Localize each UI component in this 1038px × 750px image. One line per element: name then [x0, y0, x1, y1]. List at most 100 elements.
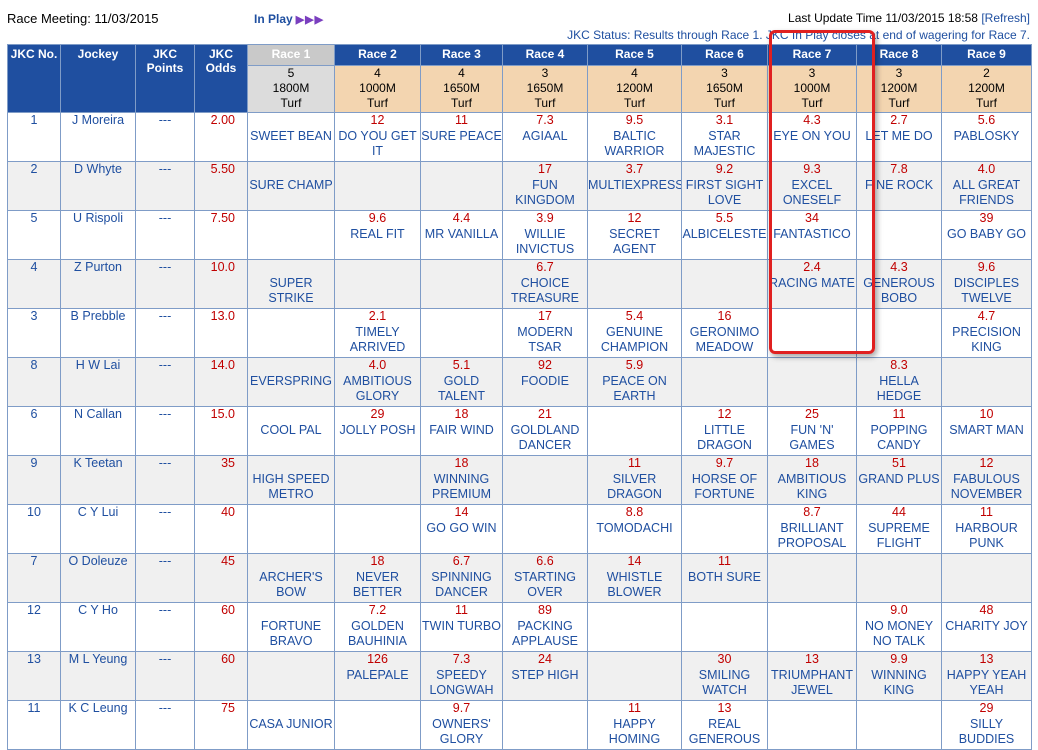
race-7-cell[interactable]: 9.3 EXCEL ONESELF [767, 161, 857, 211]
race-9-cell[interactable]: 29 SILLY BUDDIES [941, 700, 1032, 750]
race-4-cell[interactable]: 92 FOODIE [502, 357, 588, 407]
race-3-cell[interactable]: 4.4 MR VANILLA [420, 210, 503, 260]
race-4-cell[interactable]: 7.3 AGIAAL [502, 112, 588, 162]
race-2-cell[interactable]: 7.2 GOLDEN BAUHINIA [334, 602, 421, 652]
race-4-cell[interactable]: 6.7 CHOICE TREASURE [502, 259, 588, 309]
race-7-cell[interactable]: 13 TRIUMPHANT JEWEL [767, 651, 857, 701]
race-9-cell[interactable]: 10 SMART MAN [941, 406, 1032, 456]
race-3-cell[interactable]: 18 FAIR WIND [420, 406, 503, 456]
race-3-cell[interactable]: 7.3 SPEEDY LONGWAH [420, 651, 503, 701]
jockey-link[interactable]: H W Lai [60, 357, 136, 407]
race-1-cell[interactable]: ARCHER'S BOW [247, 553, 335, 603]
race-1-cell[interactable]: HIGH SPEED METRO [247, 455, 335, 505]
race-1-cell[interactable]: COOL PAL [247, 406, 335, 456]
race-2-cell[interactable]: 29 JOLLY POSH [334, 406, 421, 456]
race-6-cell[interactable]: 9.7 HORSE OF FORTUNE [681, 455, 768, 505]
race-9-cell[interactable]: 9.6 DISCIPLES TWELVE [941, 259, 1032, 309]
race-6-cell[interactable]: 11 BOTH SURE [681, 553, 768, 603]
race-3-cell[interactable]: 11 TWIN TURBO [420, 602, 503, 652]
race-2-cell[interactable]: 2.1 TIMELY ARRIVED [334, 308, 421, 358]
race-8-cell[interactable]: 4.3 GENEROUS BOBO [856, 259, 942, 309]
race-6-cell[interactable]: 13 REAL GENEROUS [681, 700, 768, 750]
jockey-link[interactable]: U Rispoli [60, 210, 136, 260]
race-9-cell[interactable]: 39 GO BABY GO [941, 210, 1032, 260]
race-9-cell[interactable]: 5.6 PABLOSKY [941, 112, 1032, 162]
race-8-cell[interactable]: 2.7 LET ME DO [856, 112, 942, 162]
race-2-cell[interactable]: 126 PALEPALE [334, 651, 421, 701]
race-9-cell[interactable]: 4.0 ALL GREAT FRIENDS [941, 161, 1032, 211]
race-8-cell[interactable]: 44 SUPREME FLIGHT [856, 504, 942, 554]
race-8-cell[interactable]: 51 GRAND PLUS [856, 455, 942, 505]
race-9-cell[interactable]: 13 HAPPY YEAH YEAH [941, 651, 1032, 701]
race-8-cell[interactable]: 8.3 HELLA HEDGE [856, 357, 942, 407]
race-8-cell[interactable]: 11 POPPING CANDY [856, 406, 942, 456]
jockey-link[interactable]: C Y Lui [60, 504, 136, 554]
race-3-cell[interactable]: 11 SURE PEACE [420, 112, 503, 162]
race-1-cell[interactable]: CASA JUNIOR [247, 700, 335, 750]
horse-odds: 13 [979, 652, 994, 667]
race-9-cell[interactable]: 12 FABULOUS NOVEMBER [941, 455, 1032, 505]
race-9-cell[interactable]: 4.7 PRECISION KING [941, 308, 1032, 358]
jockey-link[interactable]: K C Leung [60, 700, 136, 750]
race-5-cell[interactable]: 14 WHISTLE BLOWER [587, 553, 682, 603]
race-2-cell[interactable]: 9.6 REAL FIT [334, 210, 421, 260]
race-4-cell[interactable]: 6.6 STARTING OVER [502, 553, 588, 603]
race-4-cell[interactable]: 21 GOLDLAND DANCER [502, 406, 588, 456]
refresh-link[interactable]: [Refresh] [981, 11, 1030, 25]
race-4-cell[interactable]: 89 PACKING APPLAUSE [502, 602, 588, 652]
jockey-link[interactable]: Z Purton [60, 259, 136, 309]
race-4-cell[interactable]: 17 FUN KINGDOM [502, 161, 588, 211]
jkc-points-cell-text: --- [158, 309, 172, 324]
race-3-cell[interactable]: 5.1 GOLD TALENT [420, 357, 503, 407]
race-1-cell[interactable]: SUPER STRIKE [247, 259, 335, 309]
race-7-cell[interactable]: 8.7 BRILLIANT PROPOSAL [767, 504, 857, 554]
race-6-cell[interactable]: 5.5 ALBICELESTE [681, 210, 768, 260]
race-3-cell[interactable]: 14 GO GO WIN [420, 504, 503, 554]
jockey-link[interactable]: K Teetan [60, 455, 136, 505]
race-8-cell[interactable]: 9.0 NO MONEY NO TALK [856, 602, 942, 652]
race-7-cell[interactable]: 25 FUN 'N' GAMES [767, 406, 857, 456]
race-6-cell[interactable]: 3.1 STAR MAJESTIC [681, 112, 768, 162]
race-8-cell[interactable]: 9.9 WINNING KING [856, 651, 942, 701]
race-3-cell[interactable]: 18 WINNING PREMIUM [420, 455, 503, 505]
race-6-cell[interactable]: 12 LITTLE DRAGON [681, 406, 768, 456]
jockey-link[interactable]: D Whyte [60, 161, 136, 211]
race-6-cell[interactable]: 16 GERONIMO MEADOW [681, 308, 768, 358]
race-4-cell[interactable]: 3.9 WILLIE INVICTUS [502, 210, 588, 260]
race-5-cell[interactable]: 5.9 PEACE ON EARTH [587, 357, 682, 407]
race-8-cell[interactable]: 7.8 FINE ROCK [856, 161, 942, 211]
jockey-link[interactable]: N Callan [60, 406, 136, 456]
jockey-link[interactable]: C Y Ho [60, 602, 136, 652]
race-7-cell[interactable]: 18 AMBITIOUS KING [767, 455, 857, 505]
race-3-cell[interactable]: 9.7 OWNERS' GLORY [420, 700, 503, 750]
race-4-cell[interactable]: 17 MODERN TSAR [502, 308, 588, 358]
race-5-cell[interactable]: 8.8 TOMODACHI [587, 504, 682, 554]
in-play-link[interactable]: In Play ▶▶▶ [254, 12, 324, 26]
race-2-cell[interactable]: 4.0 AMBITIOUS GLORY [334, 357, 421, 407]
race-5-cell[interactable]: 11 HAPPY HOMING [587, 700, 682, 750]
jockey-link[interactable]: O Doleuze [60, 553, 136, 603]
race-7-cell[interactable]: 34 FANTASTICO [767, 210, 857, 260]
race-9-cell[interactable]: 48 CHARITY JOY [941, 602, 1032, 652]
race-5-cell[interactable]: 9.5 BALTIC WARRIOR [587, 112, 682, 162]
race-1-cell[interactable]: SURE CHAMP [247, 161, 335, 211]
race-1-cell[interactable]: SWEET BEAN [247, 112, 335, 162]
race-1-cell[interactable]: FORTUNE BRAVO [247, 602, 335, 652]
race-7-cell[interactable]: 4.3 EYE ON YOU [767, 112, 857, 162]
race-2-cell[interactable]: 12 DO YOU GET IT [334, 112, 421, 162]
race-6-cell[interactable]: 30 SMILING WATCH [681, 651, 768, 701]
jockey-link[interactable]: B Prebble [60, 308, 136, 358]
race-9-cell[interactable]: 11 HARBOUR PUNK [941, 504, 1032, 554]
race-5-cell[interactable]: 12 SECRET AGENT [587, 210, 682, 260]
jockey-link[interactable]: M L Yeung [60, 651, 136, 701]
race-3-cell[interactable]: 6.7 SPINNING DANCER [420, 553, 503, 603]
jockey-link[interactable]: J Moreira [60, 112, 136, 162]
race-5-cell[interactable]: 3.7 MULTIEXPRESS [587, 161, 682, 211]
race-2-cell[interactable]: 18 NEVER BETTER [334, 553, 421, 603]
race-4-cell[interactable]: 24 STEP HIGH [502, 651, 588, 701]
race-1-cell[interactable]: EVERSPRING [247, 357, 335, 407]
race-5-cell[interactable]: 11 SILVER DRAGON [587, 455, 682, 505]
race-6-cell[interactable]: 9.2 FIRST SIGHT LOVE [681, 161, 768, 211]
race-5-cell[interactable]: 5.4 GENUINE CHAMPION [587, 308, 682, 358]
race-7-cell[interactable]: 2.4 RACING MATE [767, 259, 857, 309]
